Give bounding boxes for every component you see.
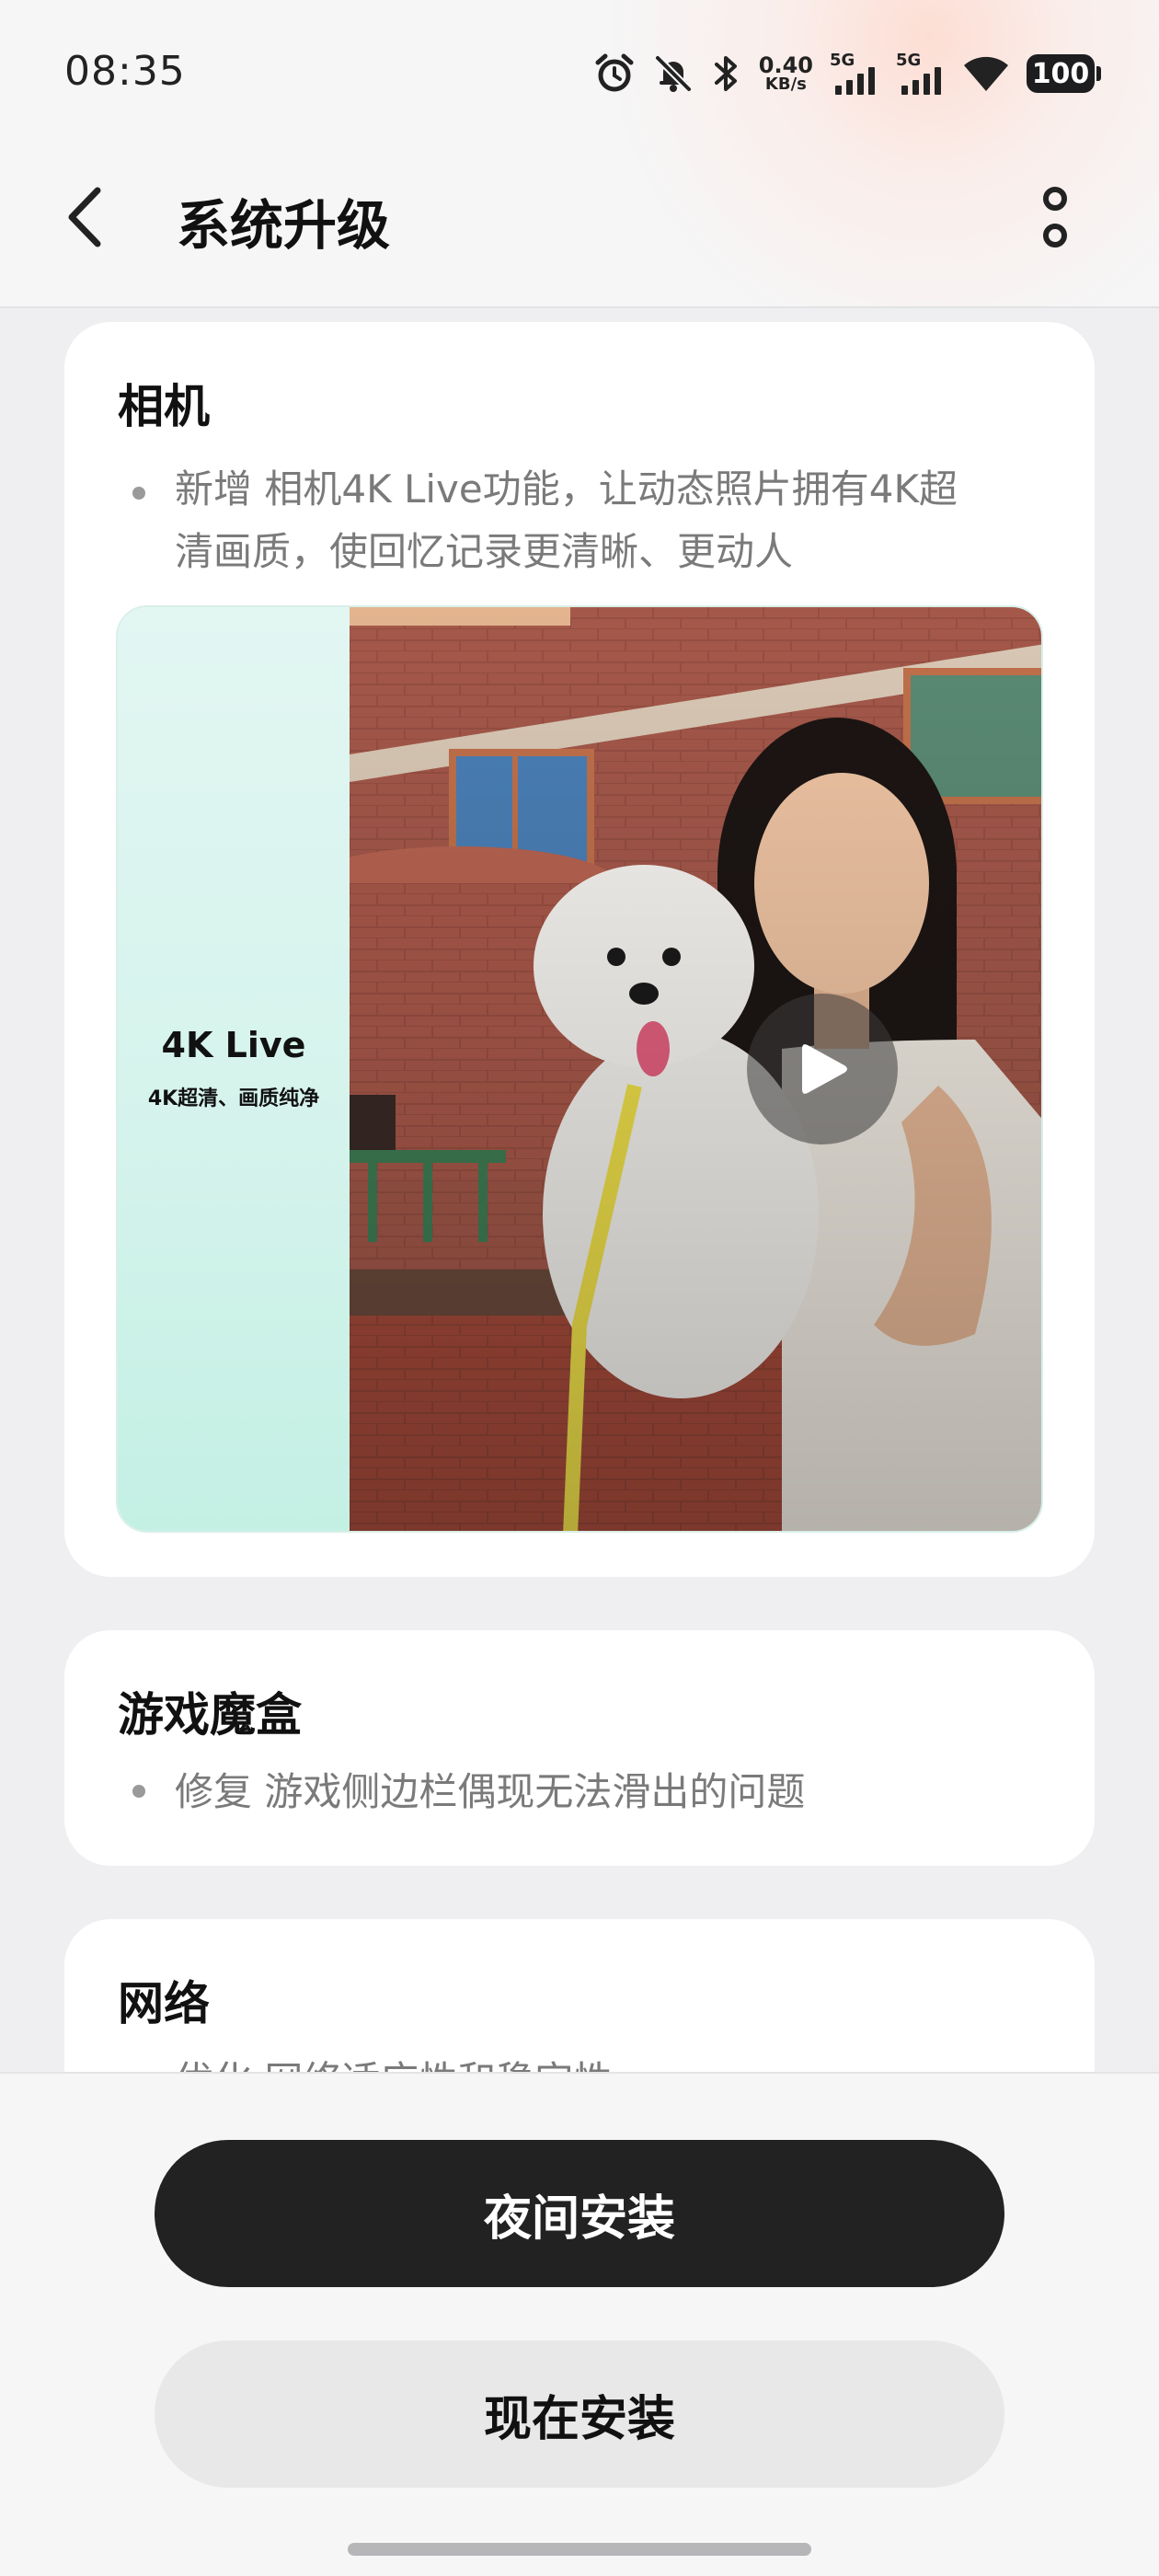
bullet (132, 1785, 145, 1798)
play-button[interactable] (747, 994, 898, 1144)
section-item-text: 新增 相机4K Live功能，让动态照片拥有4K超 清画质，使回忆记录更清晰、更… (175, 458, 958, 583)
wifi-icon (962, 54, 1010, 93)
bottom-action-bar: 夜间安装 现在安装 (0, 2072, 1159, 2576)
feature-banner[interactable]: 4K Live 4K超清、画质纯净 (116, 605, 1043, 1533)
banner-subline: 4K超清、画质纯净 (147, 1087, 320, 1110)
install-now-button[interactable]: 现在安装 (155, 2340, 1004, 2488)
bluetooth-icon (711, 52, 742, 95)
section-title: 网络 (118, 1977, 210, 2030)
section-item-line-1: 新增 相机4K Live功能，让动态照片拥有4K超 (175, 466, 958, 512)
battery-icon: 100 (1027, 54, 1101, 93)
night-install-button[interactable]: 夜间安装 (155, 2140, 1004, 2287)
chevron-left-icon (68, 187, 101, 247)
section-item-line-2: 清画质，使回忆记录更清晰、更动人 (175, 529, 794, 574)
top-bar: 08:35 0.40 KB/s 5G 5G 100 系统升级 (0, 0, 1159, 308)
page-title: 系统升级 (177, 194, 391, 257)
more-options-button[interactable] (1032, 184, 1078, 250)
photo-illustration (350, 607, 1041, 1531)
section-card-game-box: 游戏魔盒 修复 游戏侧边栏偶现无法滑出的问题 (64, 1630, 1095, 1866)
section-item-text: 修复 游戏侧边栏偶现无法滑出的问题 (175, 1769, 806, 1814)
status-time: 08:35 (64, 48, 186, 95)
more-vertical-icon (1043, 187, 1067, 247)
section-title: 相机 (118, 380, 210, 433)
banner-headline: 4K Live (161, 1025, 306, 1065)
home-indicator[interactable] (348, 2543, 811, 2556)
network-speed-value: 0.40 (758, 52, 813, 78)
section-title: 游戏魔盒 (118, 1688, 302, 1742)
signal-icon-2: 5G (896, 51, 946, 95)
network-speed-unit: KB/s (764, 75, 807, 94)
system-update-screen: 08:35 0.40 KB/s 5G 5G 100 系统升级 相机 新增 相机4… (0, 0, 1159, 2576)
signal-icon: 5G (830, 51, 879, 95)
mute-bell-icon (652, 52, 694, 95)
network-speed: 0.40 KB/s (759, 54, 813, 93)
section-card-camera: 相机 新增 相机4K Live功能，让动态照片拥有4K超 清画质，使回忆记录更清… (64, 322, 1095, 1577)
banner-caption-panel: 4K Live 4K超清、画质纯净 (118, 607, 350, 1531)
alarm-icon (593, 52, 636, 95)
play-icon (802, 1044, 847, 1094)
back-button[interactable] (64, 180, 120, 254)
status-icons: 0.40 KB/s 5G 5G 100 (593, 46, 1101, 101)
bullet (132, 487, 145, 500)
banner-photo (350, 607, 1041, 1531)
